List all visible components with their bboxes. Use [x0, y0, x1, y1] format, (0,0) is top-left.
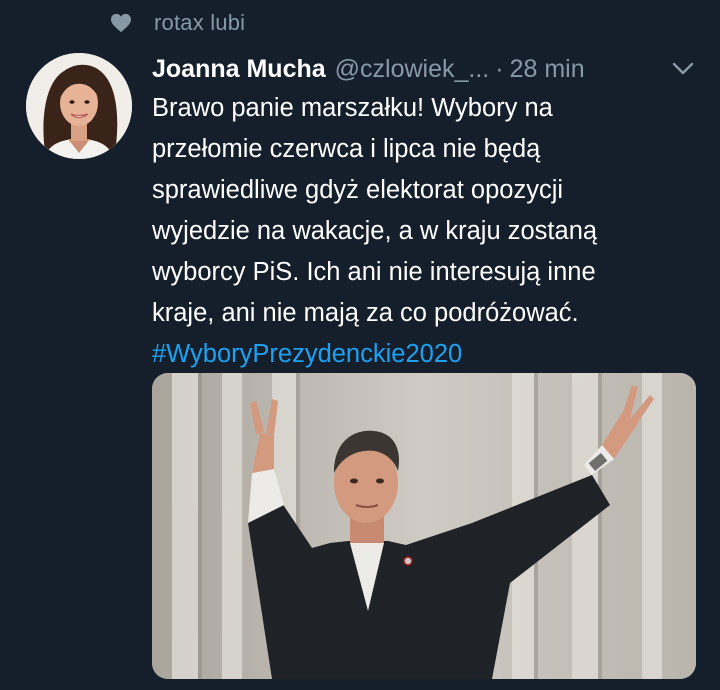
tweet-text: Brawo panie marszałku! Wybory na przełom…: [152, 88, 700, 375]
timestamp[interactable]: 28 min: [510, 55, 585, 84]
tweet-text-line: przełomie czerwca i lipca nie będą: [152, 135, 541, 163]
social-context-text: rotax lubi: [154, 10, 246, 35]
heart-icon: [110, 13, 132, 33]
user-handle[interactable]: @czlowiek_...: [335, 55, 490, 84]
tweet-photo[interactable]: [152, 373, 696, 679]
tweet-text-line: wyborcy PiS. Ich ani nie interesują inne: [152, 258, 596, 286]
tweet-text-line: kraje, ani nie mają za co podróżować.: [152, 299, 579, 327]
tweet-header: Joanna Mucha @czlowiek_... · 28 min: [152, 52, 694, 86]
tweet-text-line: sprawiedliwe gdyż elektorat opozycji: [152, 176, 564, 204]
hashtag-link[interactable]: #WyboryPrezydenckie2020: [152, 334, 700, 375]
tweet-text-line: Brawo panie marszałku! Wybory na: [152, 94, 553, 122]
display-name[interactable]: Joanna Mucha: [152, 55, 326, 84]
avatar[interactable]: [26, 53, 132, 159]
separator-dot: ·: [495, 54, 504, 83]
chevron-down-icon[interactable]: [672, 62, 694, 76]
social-context: rotax lubi: [110, 8, 245, 38]
tweet-text-line: wyjedzie na wakacje, a w kraju zostaną: [152, 217, 598, 245]
